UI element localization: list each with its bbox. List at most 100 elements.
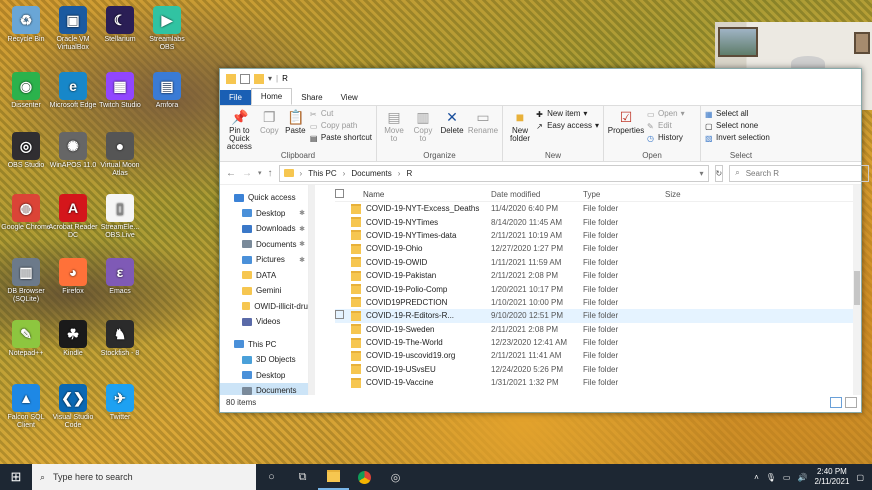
desktop-shortcut[interactable]: ● Virtual Moon Atlas: [94, 132, 146, 178]
file-explorer-taskbar-icon[interactable]: [318, 464, 349, 490]
table-row[interactable]: COVID-19-Sweden 2/11/2021 2:08 PM File fol…: [335, 323, 861, 336]
pin-to-quick-access-button[interactable]: 📌 Pin to Quick access: [224, 109, 255, 151]
nav-item[interactable]: Documents ✱: [220, 237, 308, 253]
back-arrow-icon[interactable]: ←: [226, 168, 236, 179]
desktop-shortcut[interactable]: ◕ Firefox: [47, 258, 99, 296]
properties-icon[interactable]: [240, 73, 250, 84]
desktop-shortcut[interactable]: ✈ Twitter: [94, 384, 146, 422]
table-row[interactable]: COVID-19-NYTimes 8/14/2020 11:45 AM File f…: [335, 215, 861, 228]
column-date-modified[interactable]: Date modified: [491, 190, 583, 199]
qat-chevron-icon[interactable]: ▾: [268, 74, 272, 83]
nav-item[interactable]: Documents: [220, 383, 308, 395]
row-checkbox[interactable]: [335, 310, 344, 320]
nav-item[interactable]: Downloads ✱: [220, 221, 308, 237]
desktop-shortcut[interactable]: ▣ Oracle VM VirtualBox: [47, 6, 99, 52]
desktop-shortcut[interactable]: ☾ Stellarium: [94, 6, 146, 44]
table-row[interactable]: COVID-19-Vaccine 1/31/2021 1:32 PM File fo…: [335, 376, 861, 389]
rename-button[interactable]: ▭ Rename: [468, 109, 498, 151]
details-view-icon[interactable]: [830, 397, 842, 408]
nav-item[interactable]: Quick access: [220, 190, 308, 206]
nav-item[interactable]: Desktop: [220, 368, 308, 384]
large-icons-view-icon[interactable]: [845, 397, 857, 408]
task-view-icon[interactable]: ⧉: [287, 464, 318, 490]
desktop-shortcut[interactable]: ♻ Recycle Bin: [0, 6, 52, 44]
up-arrow-icon[interactable]: ↑: [268, 168, 273, 179]
search-box[interactable]: ⌕ Search R: [729, 164, 870, 182]
address-dropdown-icon[interactable]: ▾: [700, 169, 704, 178]
tab-share[interactable]: Share: [292, 90, 331, 105]
file-list-scrollbar[interactable]: [853, 185, 861, 395]
copy-path-button[interactable]: ▭ Copy path: [310, 121, 372, 131]
notifications-icon[interactable]: ▢: [856, 473, 864, 482]
edit-button[interactable]: ✎ Edit: [647, 121, 685, 131]
new-folder-icon[interactable]: [254, 73, 264, 84]
desktop-shortcut[interactable]: ◎ OBS Studio: [0, 132, 52, 170]
column-size[interactable]: Size: [665, 190, 715, 199]
select-all-checkbox[interactable]: [335, 188, 344, 198]
invert-selection-button[interactable]: ▧ Invert selection: [705, 133, 770, 143]
network-icon[interactable]: ▭: [783, 473, 791, 482]
tab-home[interactable]: Home: [250, 88, 293, 105]
microphone-icon[interactable]: 🎙: [766, 473, 776, 482]
desktop-shortcut[interactable]: ✺ WinAPOS 11.0: [47, 132, 99, 170]
desktop-shortcut[interactable]: ▯ StreamEle... OBS.Live: [94, 194, 146, 240]
nav-item[interactable]: DATA: [220, 268, 308, 284]
recent-locations-chevron-icon[interactable]: ▾: [258, 169, 262, 177]
new-item-button[interactable]: ✚ New item ▾: [536, 109, 599, 119]
select-all-button[interactable]: ▦ Select all: [705, 109, 770, 119]
column-type[interactable]: Type: [583, 190, 665, 199]
tab-file[interactable]: File: [220, 90, 251, 105]
obs-taskbar-icon[interactable]: ◎: [380, 464, 411, 490]
chrome-taskbar-icon[interactable]: [349, 464, 380, 490]
breadcrumb-documents[interactable]: Documents: [351, 169, 391, 178]
desktop-shortcut[interactable]: ◉ Dissenter: [0, 72, 52, 110]
delete-button[interactable]: ✕ Delete: [439, 109, 465, 151]
address-bar[interactable]: › This PC › Documents › R ▾: [278, 164, 709, 182]
table-row[interactable]: COVID-19-USvsEU 12/24/2020 5:26 PM File fo…: [335, 363, 861, 376]
table-row[interactable]: COVID-19-NYT-Excess_Deaths 11/4/2020 6:40…: [335, 202, 861, 215]
copy-to-button[interactable]: ▥ Copy to: [410, 109, 436, 151]
table-row[interactable]: COVID-19-Polio-Comp 1/20/2021 10:17 PM Fil…: [335, 282, 861, 295]
table-row[interactable]: COVID-19-NYTimes-data 2/11/2021 10:19 AM F…: [335, 229, 861, 242]
scrollbar-thumb[interactable]: [854, 271, 860, 305]
move-to-button[interactable]: ▤ Move to: [381, 109, 407, 151]
table-row[interactable]: COVID-19-The-World 12/23/2020 12:41 AM Fil…: [335, 336, 861, 349]
table-row[interactable]: COVID19PREDCTION 1/10/2021 10:00 PM File f…: [335, 296, 861, 309]
select-none-button[interactable]: ▢ Select none: [705, 121, 770, 131]
breadcrumb-this-pc[interactable]: This PC: [308, 169, 336, 178]
desktop-shortcut[interactable]: ☘ Kindle: [47, 320, 99, 358]
desktop-shortcut[interactable]: e Microsoft Edge: [47, 72, 99, 110]
desktop-shortcut[interactable]: ▤ Amfora: [141, 72, 193, 110]
desktop-shortcut[interactable]: ▦ Twitch Studio: [94, 72, 146, 110]
open-button[interactable]: ▭ Open ▾: [647, 109, 685, 119]
breadcrumb-r[interactable]: R: [406, 169, 412, 178]
paste-button[interactable]: 📋 Paste: [284, 109, 307, 151]
tab-view[interactable]: View: [332, 90, 367, 105]
cut-button[interactable]: ✂ Cut: [310, 109, 372, 119]
desktop-shortcut[interactable]: ▶ Streamlabs OBS: [141, 6, 193, 52]
clock[interactable]: 2:40 PM 2/11/2021: [814, 467, 849, 487]
start-button[interactable]: ⊞: [0, 469, 32, 485]
easy-access-button[interactable]: ↗ Easy access ▾: [536, 121, 599, 131]
desktop-shortcut[interactable]: ε Emacs: [94, 258, 146, 296]
nav-item[interactable]: 3D Objects: [220, 352, 308, 368]
taskbar-search-input[interactable]: Type here to search: [53, 472, 133, 482]
nav-item[interactable]: Videos: [220, 314, 308, 330]
desktop-shortcut[interactable]: ✎ Notepad++: [0, 320, 52, 358]
table-row[interactable]: COVID-19-R-Editors-R... 9/10/2020 12:51 P…: [335, 309, 861, 323]
desktop-shortcut[interactable]: ◍ Google Chrome: [0, 194, 52, 232]
cortana-icon[interactable]: ○: [256, 464, 287, 490]
paste-shortcut-button[interactable]: ▤ Paste shortcut: [310, 133, 372, 143]
table-row[interactable]: COVID-19-uscovid19.org 2/11/2021 11:41 AM…: [335, 349, 861, 362]
nav-item[interactable]: OWID-illicit-dru: [220, 299, 308, 315]
desktop-shortcut[interactable]: A Acrobat Reader DC: [47, 194, 99, 240]
copy-button[interactable]: ❐ Copy: [258, 109, 281, 151]
desktop-shortcut[interactable]: ▲ Falcon SQL Client: [0, 384, 52, 430]
desktop-shortcut[interactable]: ❮❯ Visual Studio Code: [47, 384, 99, 430]
volume-icon[interactable]: 🔊: [797, 473, 807, 482]
desktop-shortcut[interactable]: ▥ DB Browser (SQLite): [0, 258, 52, 304]
table-row[interactable]: COVID-19-Pakistan 2/11/2021 2:08 PM File f…: [335, 269, 861, 282]
tray-chevron-up-icon[interactable]: ˄: [754, 473, 759, 482]
new-folder-button[interactable]: ■ New folder: [507, 109, 533, 151]
search-input[interactable]: Search R: [746, 169, 779, 178]
